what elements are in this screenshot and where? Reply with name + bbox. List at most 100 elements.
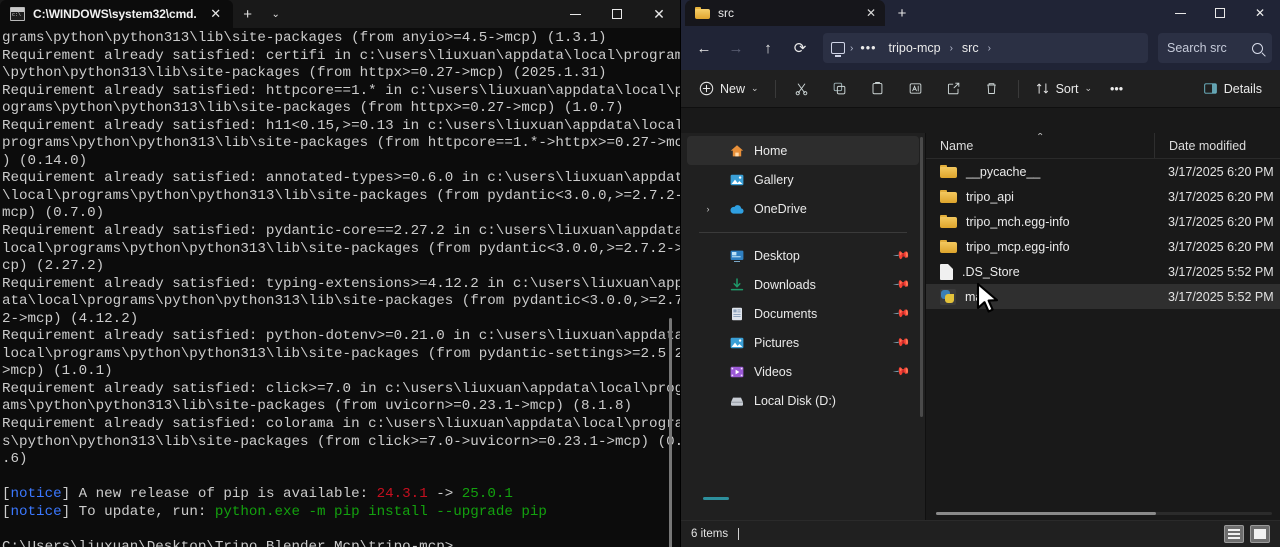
new-button[interactable]: New ⌄ <box>691 75 767 103</box>
table-row[interactable]: tripo_mcp.egg-info 3/17/2025 6:20 PM <box>926 234 1280 259</box>
cmd-text-span: 24.3.1 <box>376 486 428 503</box>
cmd-text-span: ata\local\programs\python\python313\lib\… <box>2 293 680 310</box>
sidebar-item-videos[interactable]: Videos 📌 <box>687 357 919 386</box>
videos-icon <box>729 364 745 380</box>
cmd-text-span: python.exe -m pip install --upgrade pip <box>214 503 547 520</box>
details-view-icon[interactable] <box>1224 525 1244 543</box>
file-name: tripo_mch.egg-info <box>966 214 1070 229</box>
chevron-right-icon[interactable]: › <box>701 194 715 223</box>
new-tab-button[interactable]: + <box>885 0 919 26</box>
sidebar-item-label: Pictures <box>754 335 800 350</box>
sidebar-item-home[interactable]: Home <box>687 136 919 165</box>
cmd-line <box>2 521 680 539</box>
minimize-button[interactable] <box>1160 0 1200 26</box>
breadcrumb-separator[interactable]: › <box>987 43 992 54</box>
sidebar-item-desktop[interactable]: Desktop 📌 <box>687 241 919 270</box>
cmd-line: [notice] A new release of pip is availab… <box>2 486 680 504</box>
table-row[interactable]: .DS_Store 3/17/2025 5:52 PM <box>926 259 1280 284</box>
search-box[interactable]: Search src <box>1158 33 1272 63</box>
close-button[interactable]: ✕ <box>638 0 680 28</box>
up-button[interactable]: ↑ <box>753 33 783 63</box>
status-text-cursor <box>738 528 740 540</box>
cmd-text-span: Requirement already satisfied: pydantic-… <box>2 223 680 240</box>
refresh-button[interactable]: ⟳ <box>785 33 815 63</box>
cmd-tab[interactable]: C:\WINDOWS\system32\cmd. ✕ <box>0 0 233 28</box>
file-list-hscrollbar-thumb[interactable] <box>936 512 1156 515</box>
cmd-line: ata\local\programs\python\python313\lib\… <box>2 293 680 311</box>
toolbar-divider <box>774 79 776 98</box>
sidebar-item-pictures[interactable]: Pictures 📌 <box>687 328 919 357</box>
close-icon[interactable]: ✕ <box>861 3 881 23</box>
file-list-pane[interactable]: Name ⌃ Date modified __pycache__ 3/17/202… <box>926 133 1280 520</box>
search-icon[interactable] <box>1252 42 1263 54</box>
cmd-text-span: programs\python\python313\lib\site-packa… <box>2 135 680 152</box>
breadcrumb-item-src[interactable]: src <box>956 39 985 57</box>
pin-icon[interactable]: 📌 <box>893 246 912 265</box>
pictures-icon <box>729 335 745 351</box>
cmd-line: s\python\python313\lib\site-packages (fr… <box>2 434 680 452</box>
pin-icon[interactable]: 📌 <box>893 362 912 381</box>
sort-ascending-caret-icon: ⌃ <box>1036 133 1045 143</box>
cmd-console-output[interactable]: grams\python\python313\lib\site-packages… <box>0 28 680 547</box>
cmd-text-span: C:\Users\liuxuan\Desktop\Tripo Blender M… <box>2 538 454 547</box>
sort-button-label: Sort <box>1055 81 1079 96</box>
search-input[interactable]: Search src <box>1167 41 1227 55</box>
new-tab-button[interactable]: + <box>233 0 263 28</box>
cmd-text-span: local\programs\python\python313\lib\site… <box>2 240 680 257</box>
tiles-view-icon[interactable] <box>1250 525 1270 543</box>
cmd-text: grams\python\python313\lib\site-packages… <box>2 30 680 547</box>
explorer-tab-src[interactable]: src ✕ <box>685 0 885 26</box>
close-icon[interactable]: ✕ <box>205 3 227 25</box>
sidebar-item-local-disk-d[interactable]: Local Disk (D:) <box>687 386 919 415</box>
rename-button[interactable] <box>898 75 934 103</box>
sidebar-item-documents[interactable]: Documents 📌 <box>687 299 919 328</box>
sidebar-item-gallery[interactable]: Gallery <box>687 165 919 194</box>
cmd-text-span: local\programs\python\python313\lib\site… <box>2 345 680 362</box>
cut-button[interactable] <box>784 75 820 103</box>
cmd-text-span: ams\python\python313\lib\site-packages (… <box>2 398 633 415</box>
forward-button[interactable]: → <box>721 33 751 63</box>
paste-button[interactable] <box>860 75 896 103</box>
sidebar-group-pinned: Desktop 📌 Downloads 📌 Documents 📌 Pictures 📌 Vid… <box>681 241 925 415</box>
pin-icon[interactable]: 📌 <box>893 333 912 352</box>
maximize-button[interactable] <box>1200 0 1240 26</box>
cmd-scrollbar-thumb[interactable] <box>669 318 672 547</box>
breadcrumb[interactable]: › ••• tripo-mcp › src › <box>823 33 1148 63</box>
minimize-button[interactable] <box>554 0 596 28</box>
sidebar-scrollbar[interactable] <box>920 137 923 417</box>
sort-button[interactable]: Sort ⌄ <box>1027 75 1100 103</box>
breadcrumb-overflow[interactable]: ••• <box>856 41 880 55</box>
share-button[interactable] <box>936 75 972 103</box>
close-button[interactable]: ✕ <box>1240 0 1280 26</box>
cmd-text-span: Requirement already satisfied: httpcore=… <box>2 82 680 99</box>
column-headers: Name ⌃ Date modified <box>926 133 1280 159</box>
sidebar-item-onedrive[interactable]: › OneDrive <box>687 194 919 223</box>
sidebar-item-label: Home <box>754 143 788 158</box>
cmd-text-span: ] A new release of pip is available: <box>61 486 377 503</box>
cmd-scrollbar[interactable] <box>667 28 677 547</box>
copy-button[interactable] <box>822 75 858 103</box>
breadcrumb-item-tripo-mcp[interactable]: tripo-mcp <box>882 39 946 57</box>
trash-icon <box>987 83 996 94</box>
cmd-line: Requirement already satisfied: click>=7.… <box>2 381 680 399</box>
cmd-text-span: -> <box>427 486 462 503</box>
pin-icon[interactable]: 📌 <box>893 275 912 294</box>
navigation-pane[interactable]: Home Gallery › OneDrive Desktop 📌 Downloads 📌 D… <box>681 133 926 520</box>
sidebar-item-downloads[interactable]: Downloads 📌 <box>687 270 919 299</box>
delete-button[interactable] <box>974 75 1010 103</box>
column-header-date-modified[interactable]: Date modified <box>1154 133 1246 158</box>
details-pane-button[interactable]: Details <box>1195 75 1270 103</box>
table-row[interactable]: tripo_mch.egg-info 3/17/2025 6:20 PM <box>926 209 1280 234</box>
folder-icon <box>940 239 957 254</box>
chevron-down-icon[interactable]: ⌄ <box>263 0 289 28</box>
status-bar: 6 items <box>681 520 1280 547</box>
maximize-button[interactable] <box>596 0 638 28</box>
pin-icon[interactable]: 📌 <box>893 304 912 323</box>
more-options-button[interactable]: ••• <box>1102 75 1131 103</box>
table-row[interactable]: __pycache__ 3/17/2025 6:20 PM <box>926 159 1280 184</box>
column-header-name[interactable]: Name ⌃ <box>926 133 1154 153</box>
back-button[interactable]: ← <box>689 33 719 63</box>
this-pc-icon[interactable] <box>831 42 845 57</box>
table-row[interactable]: tripo_api 3/17/2025 6:20 PM <box>926 184 1280 209</box>
breadcrumb-separator: › <box>850 42 854 54</box>
